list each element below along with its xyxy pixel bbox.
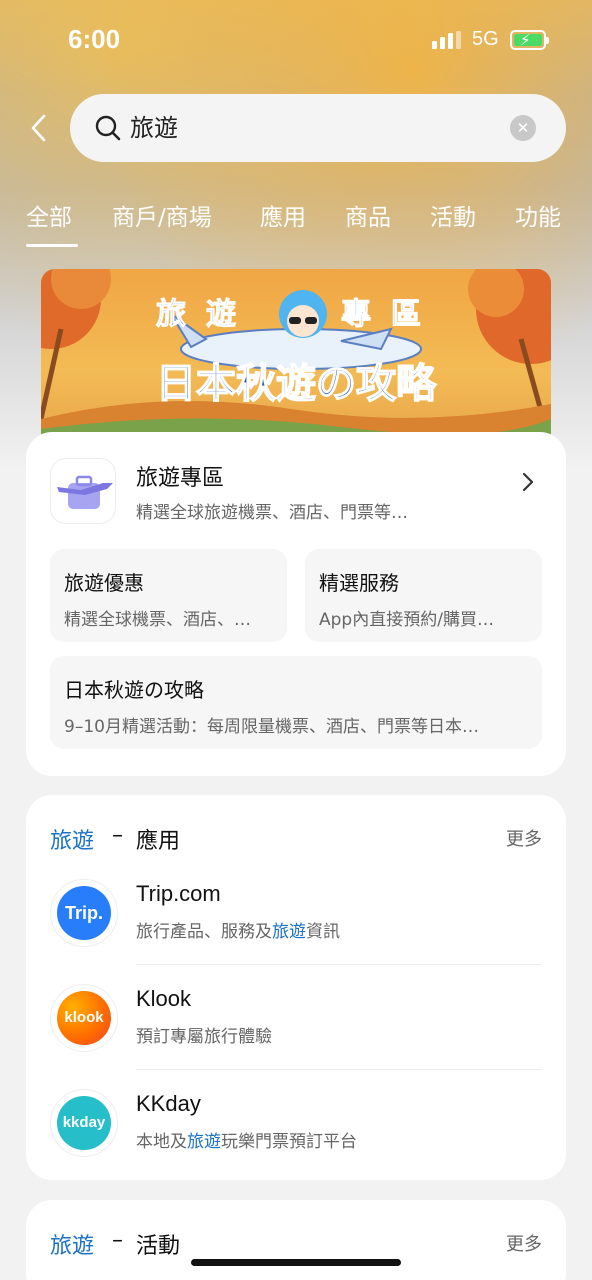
clear-search-icon[interactable]: ✕ (510, 115, 536, 141)
travel-deals-tile[interactable]: 旅遊優惠 精選全球機票、酒店、… (50, 549, 287, 642)
tab-functions[interactable]: 功能 (515, 198, 561, 232)
tile-title: 日本秋遊の攻略 (64, 678, 204, 702)
app-description: 旅行產品、服務及旅遊資訊 (136, 922, 340, 942)
banner-headline: 日本秋遊の攻略 (156, 361, 437, 407)
divider (136, 1069, 542, 1070)
banner-illustration: 旅 遊 專 區 日本秋遊の攻略 (41, 269, 551, 439)
travel-zone-subtitle: 精選全球旅遊機票、酒店、門票等… (136, 503, 408, 523)
tab-activities[interactable]: 活動 (430, 198, 476, 232)
app-name: Klook (136, 986, 192, 1011)
apps-section-header: 旅遊 – 應用 更多 (50, 823, 542, 857)
banner-char-3: 專 (341, 297, 371, 332)
status-time: 6:00 (68, 24, 121, 54)
divider (136, 964, 542, 965)
apps-more-link[interactable]: 更多 (506, 825, 542, 851)
app-name: KKday (136, 1091, 201, 1116)
app-row-trip[interactable]: Trip. Trip.com 旅行產品、服務及旅遊資訊 (50, 865, 542, 965)
section-category: 應用 (136, 829, 181, 854)
section-category: 活動 (136, 1234, 181, 1259)
activities-section-header: 旅遊 – 活動 更多 (50, 1228, 542, 1262)
network-label: 5G (472, 28, 499, 50)
section-dash: – (112, 1228, 123, 1253)
tile-title: 精選服務 (319, 571, 399, 595)
section-keyword: 旅遊 (50, 829, 95, 854)
chevron-left-icon (31, 114, 46, 142)
featured-services-tile[interactable]: 精選服務 App內直接預約/購買… (305, 549, 542, 642)
travel-zone-banner[interactable]: 旅 遊 專 區 日本秋遊の攻略 (41, 269, 551, 439)
search-icon (95, 115, 121, 141)
tab-products[interactable]: 商品 (345, 198, 391, 232)
active-tab-indicator (26, 244, 78, 247)
tile-subtitle: 精選全球機票、酒店、… (64, 610, 251, 630)
search-input[interactable]: 旅遊 (130, 110, 178, 146)
section-keyword: 旅遊 (50, 1234, 95, 1259)
klook-logo-icon: klook (50, 984, 118, 1052)
travel-zone-entry[interactable]: 旅遊專區 精選全球旅遊機票、酒店、門票等… (50, 458, 542, 528)
japan-autumn-guide-tile[interactable]: 日本秋遊の攻略 9–10月精選活動：每周限量機票、酒店、門票等日本… (50, 656, 542, 749)
activities-more-link[interactable]: 更多 (506, 1230, 542, 1256)
status-bar: 6:00 5G ⚡ (0, 0, 592, 80)
tile-subtitle: 9–10月精選活動：每周限量機票、酒店、門票等日本… (64, 717, 479, 737)
category-tabs: 全部 商戶/商場 應用 商品 活動 功能 (0, 190, 592, 250)
home-indicator[interactable] (191, 1259, 401, 1266)
banner-char-1: 旅 (156, 297, 186, 332)
banner-char-4: 區 (391, 297, 421, 332)
back-button[interactable] (24, 112, 56, 144)
section-dash: – (112, 823, 123, 848)
trip-logo-icon: Trip. (50, 879, 118, 947)
activities-section-card: 旅遊 – 活動 更多 (26, 1200, 566, 1280)
app-row-kkday[interactable]: kkday KKday 本地及旅遊玩樂門票預訂平台 (50, 1075, 542, 1175)
apps-section-card: 旅遊 – 應用 更多 Trip. Trip.com 旅行產品、服務及旅遊資訊 k… (26, 795, 566, 1180)
battery-icon: ⚡ (510, 30, 549, 50)
suitcase-plane-icon (50, 458, 116, 524)
tab-merchants[interactable]: 商戶/商場 (112, 198, 212, 232)
travel-zone-title: 旅遊專區 (136, 466, 225, 491)
tab-apps[interactable]: 應用 (260, 198, 306, 232)
kkday-logo-icon: kkday (50, 1089, 118, 1157)
tile-title: 旅遊優惠 (64, 571, 144, 595)
travel-zone-card: 旅遊專區 精選全球旅遊機票、酒店、門票等… 旅遊優惠 精選全球機票、酒店、… 精… (26, 432, 566, 776)
app-row-klook[interactable]: klook Klook 預訂專屬旅行體驗 (50, 970, 542, 1070)
tab-all[interactable]: 全部 (26, 198, 72, 232)
signal-icon (432, 31, 462, 49)
banner-char-2: 遊 (206, 297, 236, 332)
app-description: 預訂專屬旅行體驗 (136, 1027, 272, 1047)
tile-subtitle: App內直接預約/購買… (319, 610, 494, 630)
chevron-right-icon (522, 472, 534, 492)
app-description: 本地及旅遊玩樂門票預訂平台 (136, 1132, 357, 1152)
search-bar[interactable]: 旅遊 ✕ (70, 94, 566, 162)
app-name: Trip.com (136, 881, 221, 906)
